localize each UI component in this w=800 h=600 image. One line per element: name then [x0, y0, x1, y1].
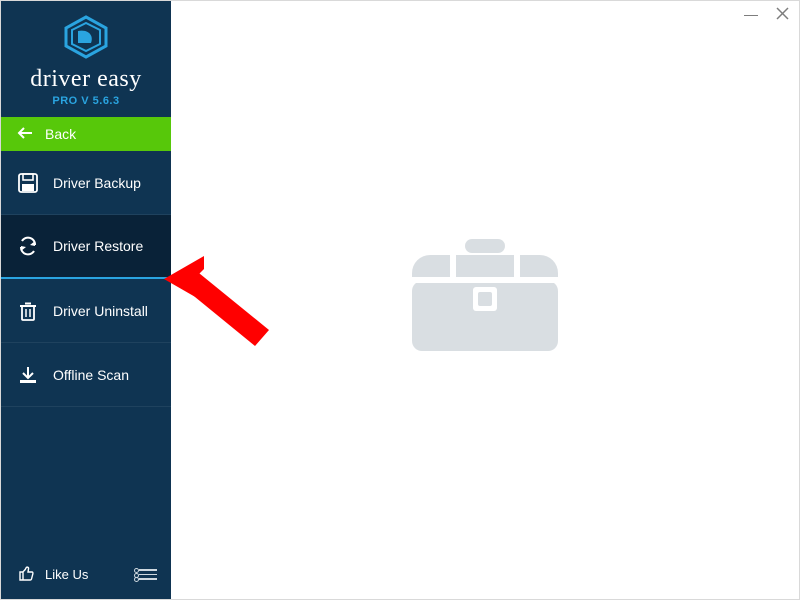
app-window: driver easy PRO V 5.6.3 Back Driver Back… — [0, 0, 800, 600]
like-us-button[interactable]: Like Us — [17, 564, 88, 585]
brand-version: PRO V 5.6.3 — [52, 95, 119, 107]
close-button[interactable] — [776, 7, 789, 25]
sidebar-item-driver-uninstall[interactable]: Driver Uninstall — [1, 279, 171, 343]
sidebar-item-label: Driver Restore — [53, 238, 143, 254]
brand-block: driver easy PRO V 5.6.3 — [1, 1, 171, 117]
refresh-icon — [17, 236, 39, 256]
sidebar-item-label: Driver Backup — [53, 175, 141, 191]
sidebar: driver easy PRO V 5.6.3 Back Driver Back… — [1, 1, 171, 599]
back-button[interactable]: Back — [1, 117, 171, 151]
brand-name: driver easy — [30, 66, 141, 93]
download-icon — [17, 365, 39, 385]
trash-icon — [17, 301, 39, 321]
sidebar-item-driver-restore[interactable]: Driver Restore — [1, 215, 171, 279]
main-panel — [171, 1, 799, 599]
arrow-left-icon — [17, 126, 33, 142]
window-controls — [744, 7, 789, 25]
menu-icon[interactable] — [139, 569, 157, 580]
toolbox-placeholder-icon — [410, 233, 560, 368]
sidebar-footer: Like Us — [1, 552, 171, 599]
minimize-button[interactable] — [744, 7, 758, 25]
sidebar-item-label: Offline Scan — [53, 367, 129, 383]
save-icon — [17, 173, 39, 193]
sidebar-item-offline-scan[interactable]: Offline Scan — [1, 343, 171, 407]
brand-logo-icon — [61, 15, 111, 64]
like-us-label: Like Us — [45, 567, 88, 582]
sidebar-item-driver-backup[interactable]: Driver Backup — [1, 151, 171, 215]
sidebar-menu: Driver Backup Driver Restore Driver Unin… — [1, 151, 171, 407]
thumbs-up-icon — [17, 564, 35, 585]
back-label: Back — [45, 126, 76, 142]
sidebar-item-label: Driver Uninstall — [53, 303, 148, 319]
